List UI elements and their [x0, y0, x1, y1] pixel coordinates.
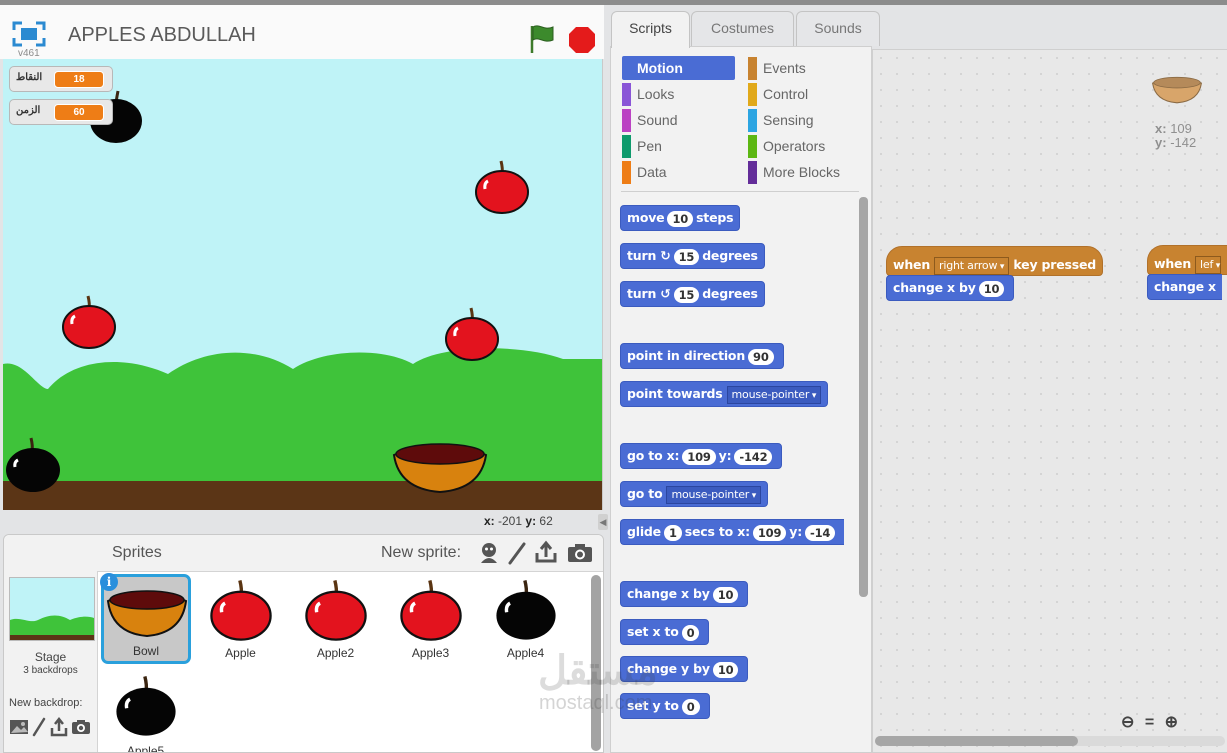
rotate-counterclockwise-icon: ↺	[660, 286, 671, 301]
stage-label: Stage	[34, 650, 67, 664]
sprite-tile-apple3[interactable]: Apple3	[386, 574, 475, 663]
category-sensing[interactable]: Sensing	[748, 108, 863, 132]
block-move-steps[interactable]: move 10 steps	[620, 205, 741, 231]
block-go-to[interactable]: go to mouse-pointer	[620, 481, 769, 507]
sprite-name: Apple3	[411, 646, 450, 660]
sprite-name: Apple2	[316, 646, 355, 660]
sprite-name: Apple	[225, 646, 256, 660]
script-when-key-pressed[interactable]: whenright arrow key pressed	[886, 246, 1104, 276]
category-control[interactable]: Control	[748, 82, 863, 106]
sprite-info-icon[interactable]: i	[100, 573, 118, 591]
red-apple-sprite[interactable]	[443, 306, 501, 362]
stage-selector[interactable]: Stage 3 backdrops New backdrop:	[4, 571, 98, 752]
zoom-reset-icon[interactable]: =	[1145, 714, 1154, 731]
paint-new-sprite-icon[interactable]	[507, 541, 527, 565]
zoom-controls: ⊖ = ⊕	[1121, 712, 1178, 732]
sprite-pane: Sprites New sprite: Stage 3 backdrops Ne…	[3, 534, 604, 753]
stage-header: v461 APPLES ABDULLAH	[0, 5, 604, 59]
mouse-position-readout: x: -201 y: 62	[484, 514, 553, 528]
category-motion[interactable]: Motion	[622, 56, 735, 80]
block-set-x[interactable]: set x to 0	[620, 619, 710, 645]
red-apple-sprite[interactable]	[473, 159, 531, 215]
category-sound[interactable]: Sound	[622, 108, 737, 132]
time-value: 60	[54, 104, 104, 121]
category-events[interactable]: Events	[748, 56, 863, 80]
script-area-scrollbar-thumb[interactable]	[875, 736, 1078, 746]
new-backdrop-label: New backdrop:	[9, 697, 83, 709]
black-apple-sprite[interactable]	[3, 436, 63, 494]
score-label: النقاط	[16, 72, 43, 83]
red-apple-sprite[interactable]	[60, 294, 118, 350]
script-when-left-key-pressed[interactable]: when lef	[1147, 245, 1227, 275]
tab-scripts[interactable]: Scripts	[611, 11, 690, 48]
tab-costumes[interactable]: Costumes	[691, 11, 794, 46]
green-flag-icon[interactable]	[528, 23, 556, 55]
block-change-x[interactable]: change x by 10	[620, 581, 749, 607]
paint-new-backdrop-icon[interactable]	[32, 717, 46, 737]
sprite-position-readout: x: 109 y: -142	[1155, 121, 1197, 150]
upload-sprite-icon[interactable]	[534, 540, 558, 564]
rotate-clockwise-icon: ↻	[660, 248, 671, 263]
sprite-name: Bowl	[132, 644, 159, 658]
category-pen[interactable]: Pen	[622, 134, 737, 158]
choose-sprite-from-library-icon[interactable]	[478, 541, 500, 565]
palette-divider	[621, 191, 859, 192]
block-turn-counterclockwise[interactable]: turn ↺ 15 degrees	[620, 281, 765, 307]
block-point-in-direction[interactable]: point in direction 90	[620, 343, 784, 369]
zoom-out-icon[interactable]: ⊖	[1121, 714, 1134, 731]
script-change-x[interactable]: change x by 10	[886, 275, 1015, 301]
category-data[interactable]: Data	[622, 160, 737, 184]
category-looks[interactable]: Looks	[622, 82, 737, 106]
zoom-in-icon[interactable]: ⊕	[1165, 714, 1178, 731]
sprite-tile-apple[interactable]: Apple	[196, 574, 285, 663]
sprite-tile-apple2[interactable]: Apple2	[291, 574, 380, 663]
sprite-tile-apple5[interactable]: Apple5	[101, 670, 190, 752]
collapse-stage-icon[interactable]: ◀	[598, 514, 608, 530]
block-turn-clockwise[interactable]: turn ↻ 15 degrees	[620, 243, 765, 269]
sprite-pane-header: Sprites New sprite:	[4, 535, 603, 572]
block-go-to-xy[interactable]: go to x: 109 y: -142	[620, 443, 783, 469]
time-monitor[interactable]: الزمن 60	[9, 99, 113, 125]
script-area[interactable]: x: 109 y: -142 whenright arrow key press…	[872, 49, 1227, 753]
current-sprite-thumbnail	[1152, 76, 1202, 104]
backdrop-count: 3 backdrops	[23, 665, 78, 676]
palette-scrollbar[interactable]	[859, 197, 868, 597]
camera-backdrop-icon[interactable]	[71, 719, 91, 735]
version-label: v461	[18, 48, 40, 59]
block-point-towards[interactable]: point towards mouse-pointer	[620, 381, 829, 407]
bowl-sprite[interactable]	[391, 437, 489, 495]
sprites-title: Sprites	[112, 544, 162, 561]
category-more-blocks[interactable]: More Blocks	[748, 160, 863, 184]
camera-new-sprite-icon[interactable]	[567, 543, 593, 563]
watermark-logo: مستقل	[538, 649, 658, 693]
backdrop-library-icon[interactable]	[9, 718, 29, 736]
tab-sounds[interactable]: Sounds	[796, 11, 880, 46]
new-sprite-label: New sprite:	[381, 544, 462, 561]
upload-backdrop-icon[interactable]	[50, 717, 68, 737]
block-glide[interactable]: glide 1 secs to x: 109 y: -14	[620, 519, 845, 545]
stop-icon[interactable]	[568, 26, 596, 54]
project-title[interactable]: APPLES ABDULLAH	[68, 24, 256, 47]
sprite-tile-bowl[interactable]: Bowl i	[100, 573, 191, 664]
script-change-x-partial[interactable]: change x	[1147, 274, 1222, 300]
time-label: الزمن	[16, 105, 41, 116]
stage[interactable]: النقاط 18 الزمن 60	[3, 59, 603, 510]
stage-thumbnail[interactable]	[9, 577, 95, 641]
score-value: 18	[54, 71, 104, 88]
block-palette: Motion Looks Sound Pen Data Events Contr…	[610, 46, 872, 753]
category-operators[interactable]: Operators	[748, 134, 863, 158]
watermark-url: mostaql.com	[539, 692, 653, 714]
fullscreen-icon[interactable]	[12, 21, 46, 47]
score-monitor[interactable]: النقاط 18	[9, 66, 113, 92]
